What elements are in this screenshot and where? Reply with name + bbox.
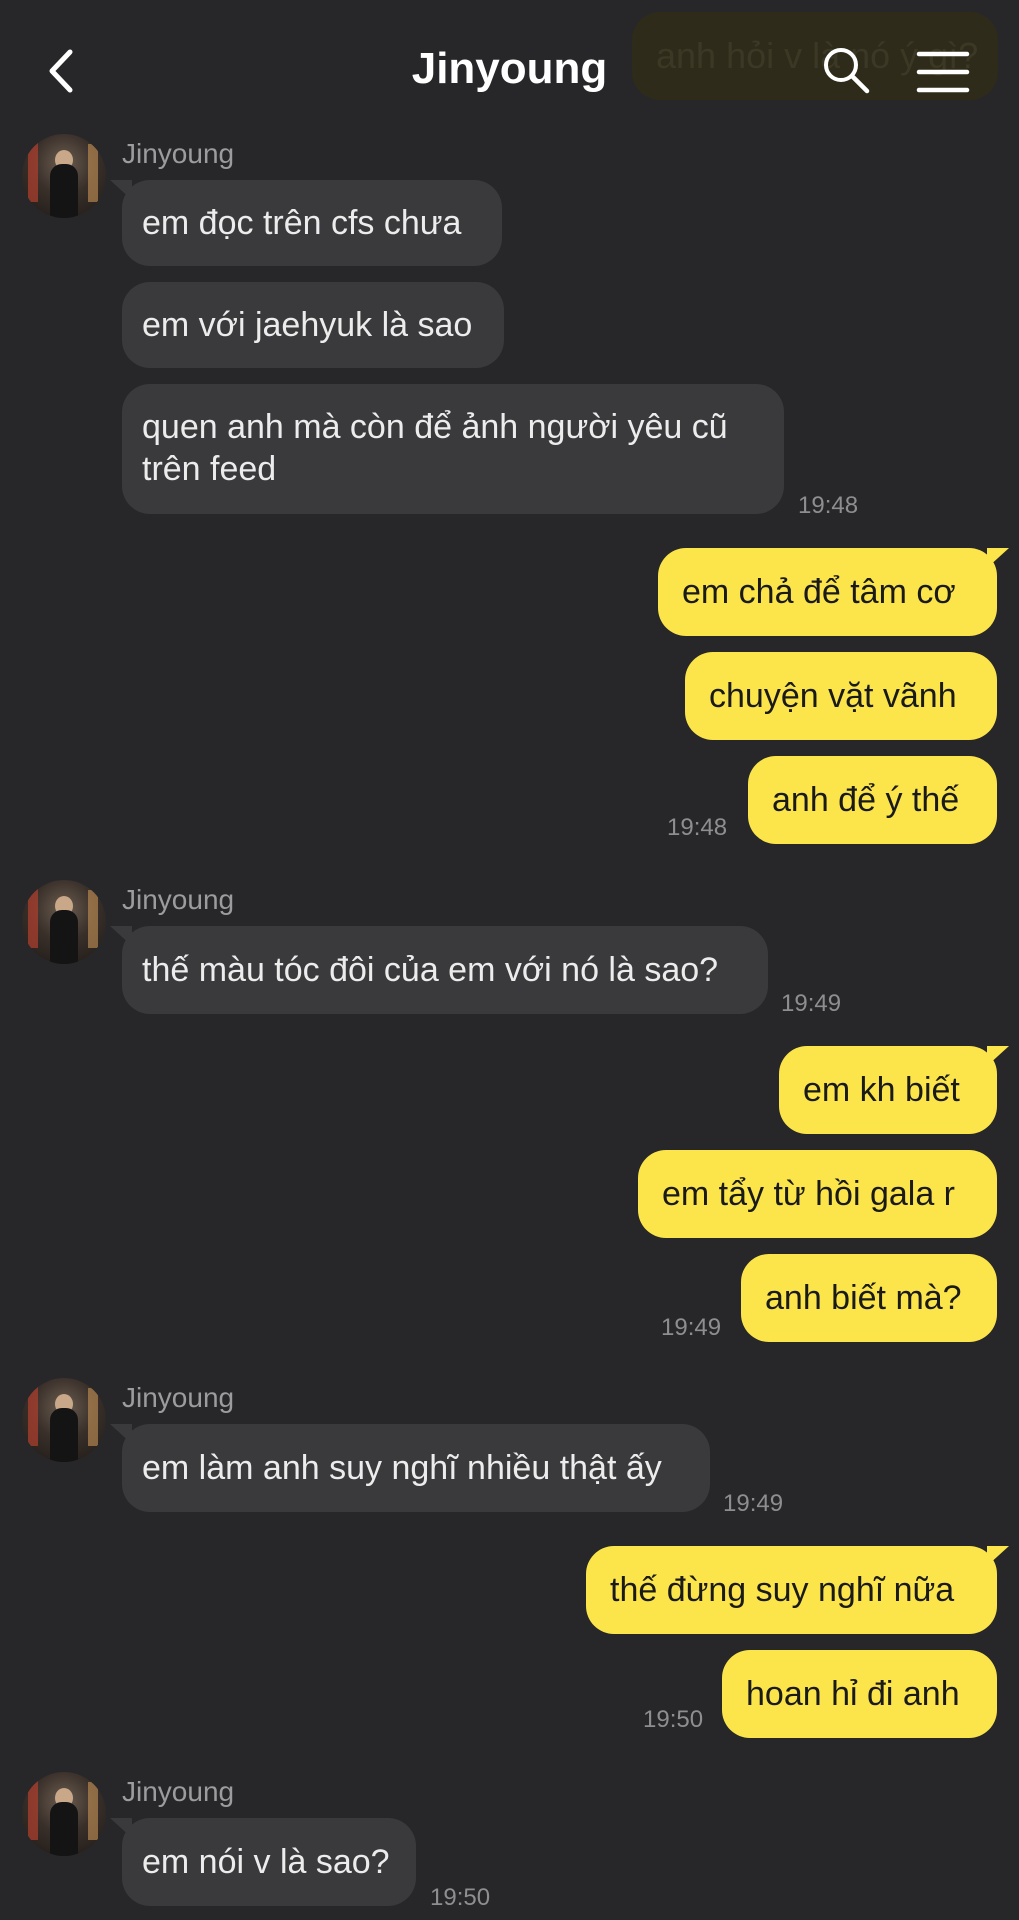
message-text: chuyện vặt vãnh — [709, 677, 957, 715]
message-text: em nói v là sao? — [142, 1843, 390, 1881]
message-bubble[interactable]: thế màu tóc đôi của em với nó là sao? — [110, 926, 768, 1014]
message-bubble[interactable]: anh để ý thế — [748, 756, 997, 844]
message-bubble[interactable]: quen anh mà còn để ảnh người yêu cũ trên… — [122, 384, 784, 514]
message-bubble[interactable]: em với jaehyuk là sao — [122, 282, 504, 368]
message-text: quen anh mà còn để ảnh người yêu cũ trên… — [142, 408, 728, 488]
message-bubble[interactable]: em chả để tâm cơ — [658, 548, 1009, 636]
avatar[interactable] — [22, 1378, 106, 1462]
message-text: anh biết mà? — [765, 1279, 962, 1317]
message-time: 19:49 — [781, 990, 842, 1017]
message-text: em làm anh suy nghĩ nhiều thật ấy — [142, 1449, 662, 1487]
message-bubble[interactable]: em nói v là sao? — [110, 1818, 416, 1906]
sender-name: Jinyoung — [122, 1382, 235, 1413]
message-bubble[interactable]: em tẩy từ hồi gala r — [638, 1150, 997, 1238]
message-bubble[interactable]: hoan hỉ đi anh — [722, 1650, 997, 1738]
message-bubble[interactable]: em kh biết — [779, 1046, 1009, 1134]
avatar[interactable] — [22, 880, 106, 964]
message-bubble[interactable]: em đọc trên cfs chưa — [110, 180, 502, 266]
sender-name: Jinyoung — [122, 138, 235, 169]
message-time: 19:49 — [661, 1314, 722, 1341]
message-text: em đọc trên cfs chưa — [142, 204, 462, 242]
message-text: em chả để tâm cơ — [682, 573, 956, 611]
message-text: em với jaehyuk là sao — [142, 306, 473, 344]
message-bubble[interactable]: em làm anh suy nghĩ nhiều thật ấy — [110, 1424, 710, 1512]
avatar[interactable] — [22, 1772, 106, 1856]
search-icon[interactable] — [820, 44, 872, 96]
message-time: 19:50 — [643, 1706, 704, 1733]
message-time: 19:48 — [798, 492, 859, 519]
message-text: anh để ý thế — [772, 781, 960, 819]
message-bubble[interactable]: chuyện vặt vãnh — [685, 652, 997, 740]
message-text: thế đừng suy nghĩ nữa — [610, 1571, 955, 1609]
message-text: em tẩy từ hồi gala r — [662, 1175, 956, 1213]
message-text: hoan hỉ đi anh — [746, 1675, 960, 1713]
message-time: 19:50 — [430, 1884, 491, 1911]
sender-name: Jinyoung — [122, 884, 235, 915]
message-time: 19:48 — [667, 814, 728, 841]
message-bubble[interactable]: anh biết mà? — [741, 1254, 997, 1342]
sender-name: Jinyoung — [122, 1776, 235, 1807]
message-time: 19:49 — [723, 1490, 784, 1517]
message-text: em kh biết — [803, 1071, 960, 1109]
message-text: thế màu tóc đôi của em với nó là sao? — [142, 951, 719, 989]
menu-icon[interactable] — [916, 50, 970, 94]
avatar[interactable] — [22, 134, 106, 218]
message-bubble[interactable]: thế đừng suy nghĩ nữa — [586, 1546, 1009, 1634]
chat-header: anh hỏi v là nó ý gì? Jinyoung — [0, 0, 1019, 140]
